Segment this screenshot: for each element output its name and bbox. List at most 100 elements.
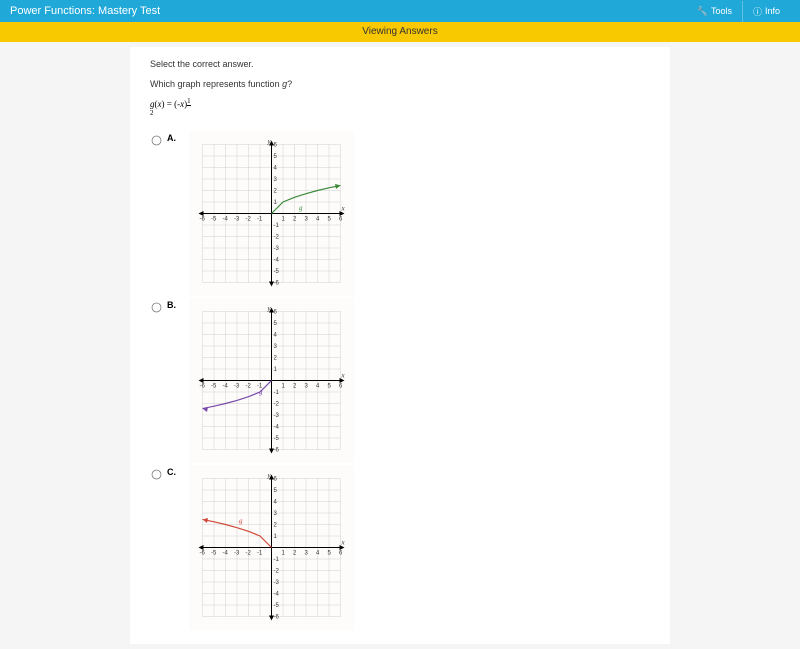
svg-text:3: 3 <box>274 177 278 183</box>
svg-text:1: 1 <box>274 534 278 540</box>
svg-text:-1: -1 <box>274 223 280 229</box>
svg-text:4: 4 <box>274 500 278 506</box>
svg-text:2: 2 <box>293 551 297 557</box>
instruction-text: Select the correct answer. <box>150 59 650 69</box>
wrench-icon: 🔧 <box>697 6 708 17</box>
svg-text:x: x <box>341 205 346 213</box>
prompt-prefix: Which graph represents function <box>150 79 282 89</box>
page-title: Power Functions: Mastery Test <box>10 5 160 17</box>
svg-text:4: 4 <box>274 333 278 339</box>
svg-text:-3: -3 <box>234 384 240 390</box>
svg-text:-3: -3 <box>274 580 280 586</box>
svg-text:x: x <box>341 539 346 547</box>
option-c-radio[interactable] <box>152 470 162 480</box>
formula-g: g <box>150 99 155 109</box>
svg-text:4: 4 <box>316 551 320 557</box>
svg-text:1: 1 <box>282 217 286 223</box>
g-label-a: g <box>299 204 303 212</box>
option-b-radio[interactable] <box>152 303 162 313</box>
question-prompt: Which graph represents function g? <box>150 79 650 89</box>
svg-text:-4: -4 <box>223 551 229 557</box>
svg-text:1: 1 <box>274 200 278 206</box>
svg-text:-6: -6 <box>200 384 206 390</box>
svg-text:-6: -6 <box>274 615 280 621</box>
svg-text:5: 5 <box>328 551 332 557</box>
svg-text:-4: -4 <box>274 425 280 431</box>
formula-display: g(x) = (-x)12 <box>150 97 650 121</box>
content-area: Select the correct answer. Which graph r… <box>130 47 670 644</box>
svg-text:1: 1 <box>282 384 286 390</box>
svg-text:-3: -3 <box>274 246 280 252</box>
svg-text:2: 2 <box>274 189 278 195</box>
info-label: Info <box>765 6 780 16</box>
tools-label: Tools <box>711 6 732 16</box>
svg-text:-5: -5 <box>211 217 217 223</box>
status-text: Viewing Answers <box>362 26 437 37</box>
svg-text:-5: -5 <box>211 384 217 390</box>
svg-text:-6: -6 <box>200 217 206 223</box>
svg-text:-6: -6 <box>274 281 280 287</box>
svg-text:4: 4 <box>316 384 320 390</box>
svg-text:6: 6 <box>274 143 278 149</box>
svg-text:2: 2 <box>274 356 278 362</box>
svg-text:-5: -5 <box>211 551 217 557</box>
svg-text:-6: -6 <box>274 448 280 454</box>
svg-text:-4: -4 <box>223 384 229 390</box>
option-c-row: C. 1-11-12-22-23-33-34-44-45-55-56-66-6y… <box>150 465 650 630</box>
svg-text:-3: -3 <box>234 217 240 223</box>
svg-text:6: 6 <box>339 551 343 557</box>
svg-text:2: 2 <box>274 523 278 529</box>
g-label-c: g <box>239 517 243 525</box>
exp-num: 1 <box>187 99 191 106</box>
svg-text:5: 5 <box>274 321 278 327</box>
info-button[interactable]: ⓘ Info <box>742 1 790 22</box>
svg-text:-1: -1 <box>274 390 280 396</box>
svg-text:-4: -4 <box>274 592 280 598</box>
exp-den: 2 <box>150 109 154 117</box>
svg-text:-1: -1 <box>257 551 263 557</box>
option-b-row: B. 1-11-12-22-23-33-34-44-45-55-56-66-6y… <box>150 298 650 463</box>
svg-text:-2: -2 <box>246 551 252 557</box>
tools-button[interactable]: 🔧 Tools <box>687 1 742 22</box>
option-c-label: C. <box>167 467 181 477</box>
svg-text:-3: -3 <box>274 413 280 419</box>
svg-text:-2: -2 <box>274 235 280 241</box>
svg-text:5: 5 <box>328 384 332 390</box>
option-a-label: A. <box>167 133 181 143</box>
svg-text:-1: -1 <box>274 557 280 563</box>
svg-text:1: 1 <box>282 551 286 557</box>
svg-text:-3: -3 <box>234 551 240 557</box>
svg-text:1: 1 <box>274 367 278 373</box>
svg-text:2: 2 <box>293 384 297 390</box>
graph-c: 1-11-12-22-23-33-34-44-45-55-56-66-6yx g <box>189 465 354 630</box>
option-a-radio[interactable] <box>152 136 162 146</box>
svg-text:5: 5 <box>274 488 278 494</box>
svg-text:6: 6 <box>339 217 343 223</box>
svg-text:3: 3 <box>305 551 309 557</box>
graph-b: 1-11-12-22-23-33-34-44-45-55-56-66-6yx g <box>189 298 354 463</box>
svg-text:6: 6 <box>339 384 343 390</box>
svg-text:6: 6 <box>274 310 278 316</box>
svg-text:-6: -6 <box>200 551 206 557</box>
svg-text:-5: -5 <box>274 436 280 442</box>
svg-text:-4: -4 <box>274 258 280 264</box>
header-buttons: 🔧 Tools ⓘ Info <box>687 1 790 22</box>
svg-text:-5: -5 <box>274 269 280 275</box>
svg-text:6: 6 <box>274 477 278 483</box>
svg-text:x: x <box>341 372 346 380</box>
formula-eq: = <box>165 99 175 109</box>
formula-x1: x <box>158 99 162 109</box>
status-bar: Viewing Answers <box>0 22 800 42</box>
svg-text:-4: -4 <box>223 217 229 223</box>
svg-text:-2: -2 <box>274 402 280 408</box>
svg-text:-5: -5 <box>274 603 280 609</box>
prompt-suffix: ? <box>287 79 292 89</box>
svg-text:5: 5 <box>328 217 332 223</box>
info-icon: ⓘ <box>753 5 762 18</box>
g-label-b: g <box>259 388 263 396</box>
svg-text:-2: -2 <box>246 384 252 390</box>
option-a-row: A. 1-11-12-22-23-33-34-44-45-55-56-66-6y… <box>150 131 650 296</box>
svg-text:-2: -2 <box>246 217 252 223</box>
svg-text:3: 3 <box>274 511 278 517</box>
svg-text:-1: -1 <box>257 217 263 223</box>
